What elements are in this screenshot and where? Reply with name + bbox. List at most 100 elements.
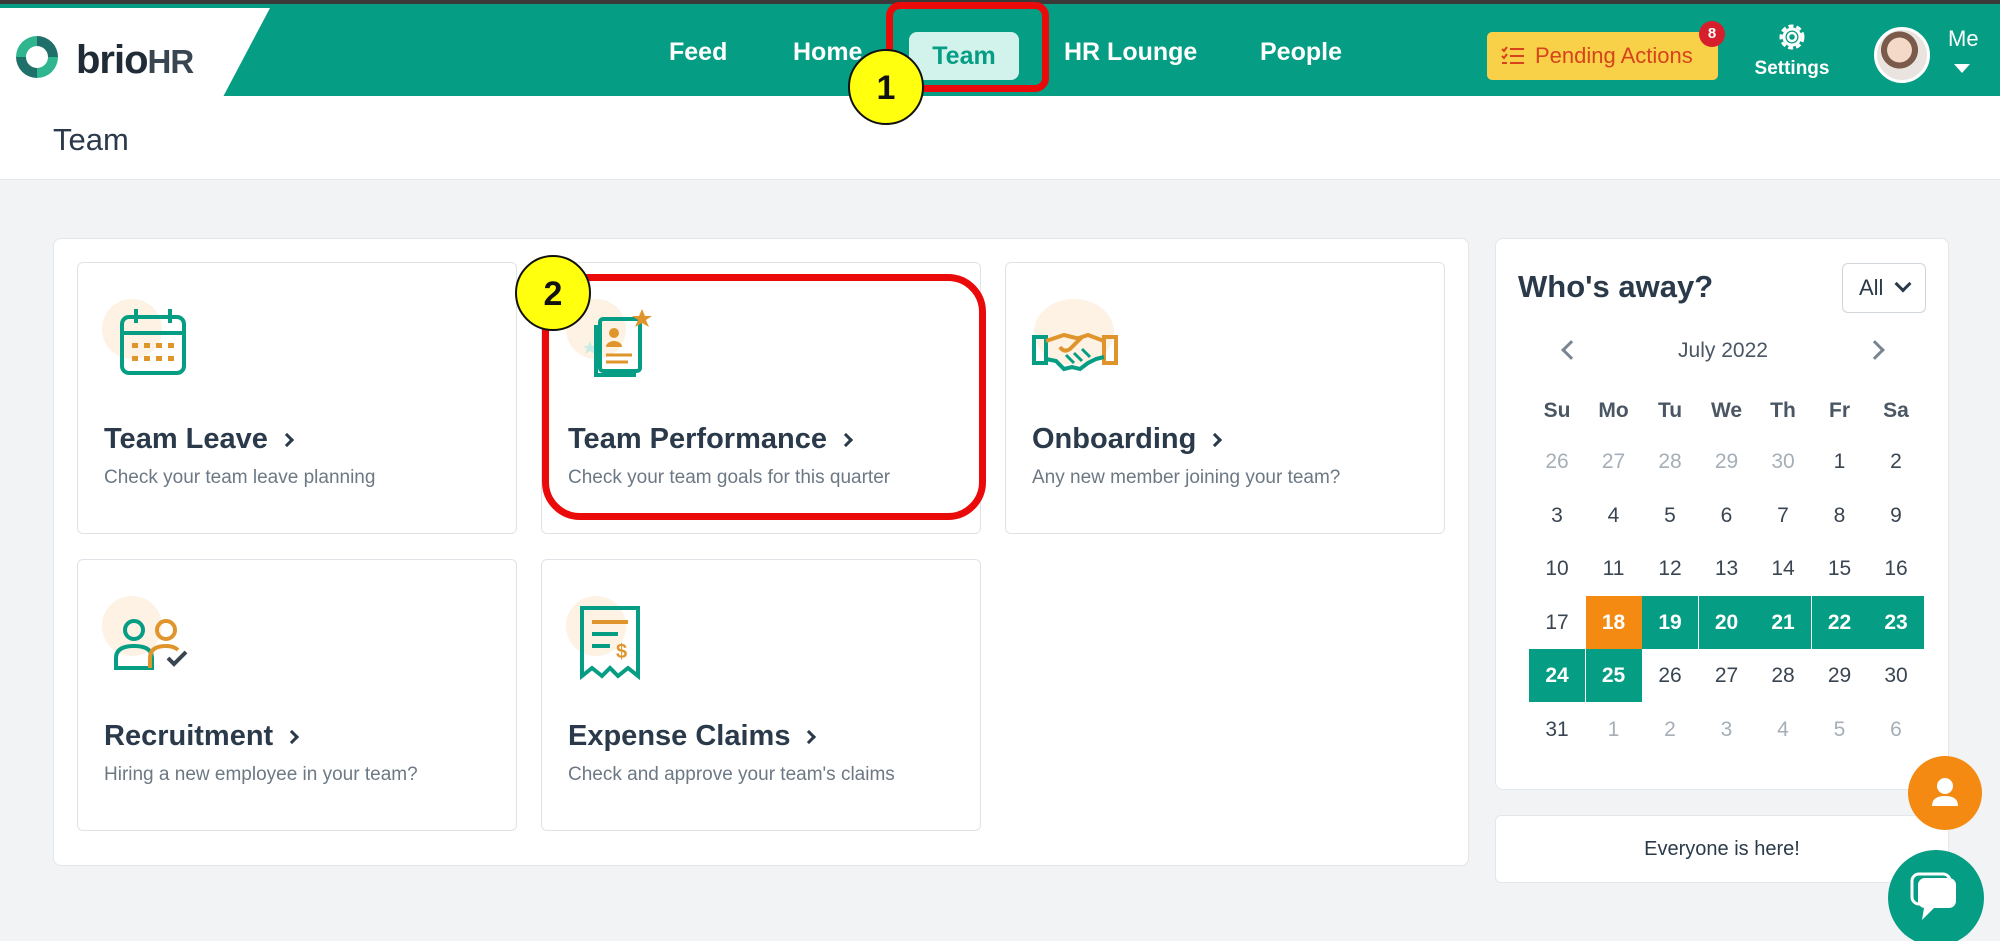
highlight-team-performance (542, 274, 986, 520)
settings-label: Settings (1754, 58, 1830, 79)
card-recruitment[interactable]: Recruitment Hiring a new employee in you… (77, 559, 517, 831)
card-title: Expense Claims (568, 720, 817, 753)
calendar-day[interactable]: 18 (1585, 595, 1642, 649)
calendar-day[interactable]: 1 (1586, 703, 1642, 756)
chat-fab-button[interactable] (1888, 850, 1984, 941)
calendar-day[interactable]: 2 (1642, 703, 1698, 756)
calendar-day[interactable]: 3 (1699, 703, 1755, 756)
calendar-weekday-header: Fr (1829, 399, 1850, 422)
chevron-right-icon (279, 432, 294, 448)
calendar-weekday-header: We (1710, 399, 1743, 422)
calendar-day[interactable]: 28 (1642, 435, 1698, 488)
page-header: Team (0, 96, 2000, 180)
calendar-day[interactable]: 17 (1529, 596, 1585, 649)
calendar-day[interactable]: 12 (1642, 542, 1698, 595)
handshake-icon (1030, 299, 1120, 389)
nav-people[interactable]: People (1260, 38, 1342, 67)
calendar-day[interactable]: 2 (1868, 435, 1924, 488)
card-description: Check your team leave planning (104, 467, 376, 488)
card-description: Any new member joining your team? (1032, 467, 1341, 488)
step-marker-1: 1 (848, 49, 924, 125)
calendar-day[interactable]: 4 (1586, 489, 1642, 542)
pending-actions-label: Pending Actions (1535, 43, 1693, 68)
calendar-day[interactable]: 24 (1529, 649, 1585, 702)
away-filter-select[interactable]: All (1842, 263, 1926, 313)
card-onboarding[interactable]: Onboarding Any new member joining your t… (1005, 262, 1445, 534)
calendar-day[interactable]: 10 (1529, 542, 1585, 595)
card-title: Onboarding (1032, 423, 1223, 456)
calendar-day[interactable]: 25 (1585, 649, 1642, 702)
calendar-weekday-header: Su (1543, 399, 1571, 422)
calendar-day[interactable]: 20 (1698, 595, 1755, 649)
nav-hr-lounge[interactable]: HR Lounge (1064, 38, 1197, 67)
calendar-day[interactable]: 23 (1868, 595, 1924, 649)
card-title: Team Leave (104, 423, 294, 456)
calendar-day[interactable]: 27 (1586, 435, 1642, 488)
pending-actions-button[interactable]: Pending Actions (1487, 32, 1718, 80)
calendar-day[interactable]: 8 (1812, 489, 1868, 542)
chevron-down-icon[interactable] (1954, 64, 1970, 73)
calendar-weekday-header: Sa (1883, 399, 1909, 422)
whos-away-title: Who's away? (1518, 269, 1714, 304)
away-status-message: Everyone is here! (1495, 815, 1949, 883)
step-marker-2: 2 (515, 255, 591, 331)
calendar-day[interactable]: 6 (1868, 703, 1924, 756)
calendar-day[interactable]: 26 (1529, 435, 1585, 488)
chevron-right-icon (1208, 432, 1223, 448)
calendar-day[interactable]: 13 (1699, 542, 1755, 595)
user-menu-label[interactable]: Me (1948, 26, 1979, 52)
person-icon (1932, 778, 1958, 806)
calendar-day[interactable]: 15 (1812, 542, 1868, 595)
calendar-day[interactable]: 22 (1811, 595, 1868, 649)
calendar-day[interactable]: 6 (1699, 489, 1755, 542)
calendar-day[interactable]: 7 (1755, 489, 1811, 542)
settings-button[interactable]: Settings (1752, 20, 1832, 90)
calendar-day[interactable]: 14 (1755, 542, 1811, 595)
card-description: Check and approve your team's claims (568, 764, 895, 785)
nav-home[interactable]: Home (793, 38, 862, 67)
calendar-day[interactable]: 30 (1868, 649, 1924, 702)
calendar-weekday-header: Tu (1657, 399, 1683, 422)
nav-feed[interactable]: Feed (669, 38, 727, 67)
chevron-down-icon (1894, 275, 1912, 293)
calendar-day[interactable]: 16 (1868, 542, 1924, 595)
brio-logo-icon (16, 36, 58, 78)
calendar-day[interactable]: 4 (1755, 703, 1811, 756)
calendar-day[interactable]: 26 (1642, 649, 1698, 702)
calendar-day[interactable]: 31 (1529, 703, 1585, 756)
logo[interactable]: brioHR (0, 8, 270, 100)
chevron-right-icon (802, 729, 817, 745)
page-title: Team (53, 122, 129, 157)
calendar-day[interactable]: 5 (1812, 703, 1868, 756)
card-team-leave[interactable]: Team Leave Check your team leave plannin… (77, 262, 517, 534)
avatar[interactable] (1874, 27, 1930, 83)
receipt-icon: $ (566, 596, 656, 686)
calendar-day[interactable]: 29 (1699, 435, 1755, 488)
calendar-day[interactable]: 27 (1699, 649, 1755, 702)
calendar-weekday-header: Th (1770, 399, 1796, 422)
away-filter-value: All (1859, 275, 1884, 300)
calendar-day[interactable]: 29 (1812, 649, 1868, 702)
calendar-day[interactable]: 21 (1755, 595, 1811, 649)
card-expense-claims[interactable]: $ Expense Claims Check and approve your … (541, 559, 981, 831)
calendar-day[interactable]: 11 (1586, 542, 1642, 595)
calendar-day[interactable]: 9 (1868, 489, 1924, 542)
calendar-weekday-header: Mo (1598, 399, 1629, 422)
card-description: Hiring a new employee in your team? (104, 764, 418, 785)
calendar-day[interactable]: 1 (1812, 435, 1868, 488)
calendar-day[interactable]: 28 (1755, 649, 1811, 702)
svg-text:$: $ (616, 641, 627, 663)
calendar-day[interactable]: 30 (1755, 435, 1811, 488)
calendar-icon (102, 299, 192, 389)
logo-text: brioHR (76, 38, 194, 82)
people-fab-button[interactable] (1908, 756, 1982, 830)
checklist-icon (1501, 46, 1524, 64)
calendar-day[interactable]: 5 (1642, 489, 1698, 542)
gear-icon (1779, 24, 1805, 50)
whos-away-panel: Who's away? All July 2022 Su Mo Tu We Th Fr Sa… (1495, 238, 1949, 790)
calendar-day[interactable]: 3 (1529, 489, 1585, 542)
pending-count-badge: 8 (1699, 21, 1725, 47)
card-title: Recruitment (104, 720, 300, 753)
calendar-day[interactable]: 19 (1642, 595, 1698, 649)
chat-icon (1910, 872, 1956, 920)
